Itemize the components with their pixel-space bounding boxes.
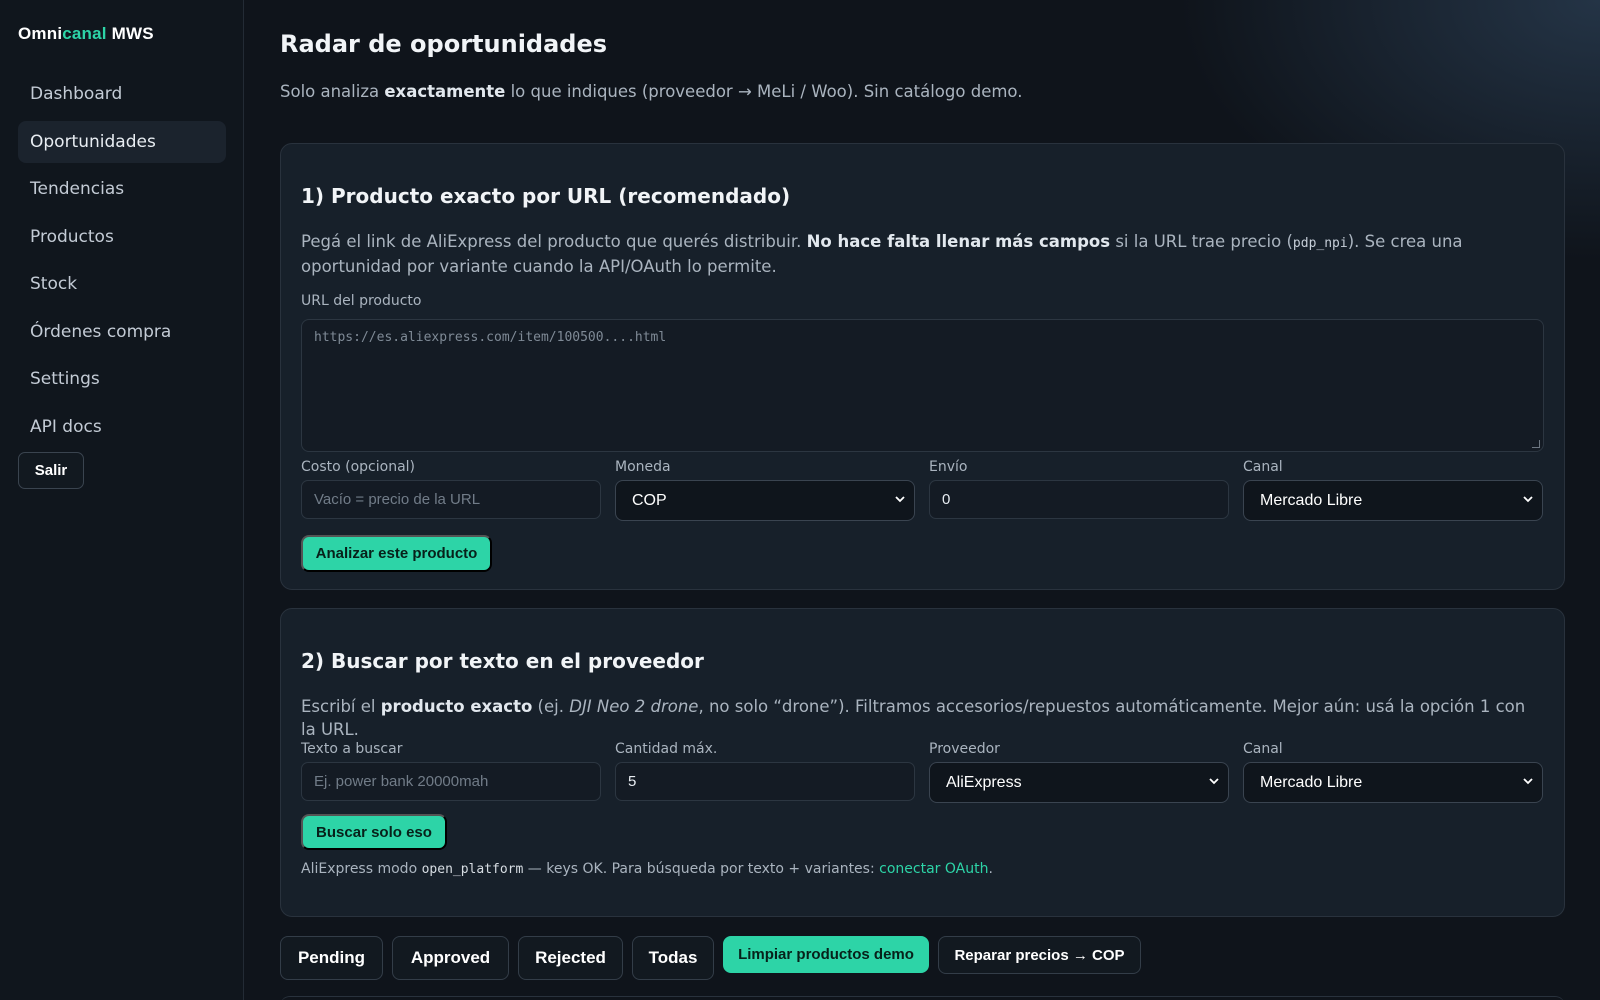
section-description: Escribí el producto exacto (ej. DJI Neo …: [301, 695, 1541, 741]
sidebar-item-dashboard[interactable]: Dashboard: [18, 73, 226, 115]
max-qty-input[interactable]: 5: [615, 762, 915, 801]
chevron-down-icon: [1209, 778, 1219, 785]
chevron-down-icon: [895, 496, 905, 503]
clear-demo-products-button[interactable]: Limpiar productos demo: [723, 936, 929, 973]
brand-logo[interactable]: Omnicanal MWS: [18, 24, 154, 44]
channel-value: Mercado Libre: [1260, 773, 1363, 791]
subtitle-text-rest: lo que indiques (proveedor → MeLi / Woo)…: [505, 82, 1023, 101]
sidebar-item-api-docs[interactable]: API docs: [18, 406, 226, 448]
subtitle-emphasis: exactamente: [384, 82, 506, 101]
provider-value: AliExpress: [946, 773, 1022, 791]
sidebar-item-tendencias[interactable]: Tendencias: [18, 168, 226, 210]
provider-label: Proveedor: [929, 741, 1000, 757]
fix-prices-button[interactable]: Reparar precios → COP: [938, 936, 1141, 974]
resize-handle-icon[interactable]: [1532, 440, 1540, 448]
search-button[interactable]: Buscar solo eso: [301, 814, 447, 850]
channel-value: Mercado Libre: [1260, 491, 1363, 509]
sidebar-item-label: Oportunidades: [30, 131, 156, 152]
brand-part-1: Omni: [18, 24, 63, 43]
desc-code: pdp_npi: [1292, 236, 1348, 251]
section-title: 2) Buscar por texto en el proveedor: [301, 649, 704, 673]
sidebar-item-label: Órdenes compra: [30, 321, 172, 342]
filter-all-button[interactable]: Todas: [632, 936, 714, 980]
channel-select[interactable]: Mercado Libre: [1243, 480, 1543, 521]
subtitle-text: Solo analiza: [280, 82, 385, 101]
chevron-down-icon: [1523, 778, 1533, 785]
brand-part-2: canal: [62, 24, 107, 43]
shipping-input[interactable]: 0: [929, 480, 1229, 519]
note-text-mid: — keys OK. Para búsqueda por texto + var…: [523, 861, 880, 877]
url-placeholder: https://es.aliexpress.com/item/100500...…: [314, 330, 667, 345]
desc-text-mid: si la URL trae precio (: [1110, 232, 1293, 251]
sidebar-item-productos[interactable]: Productos: [18, 216, 226, 258]
desc-emphasis: No hace falta llenar más campos: [806, 232, 1111, 251]
section-title: 1) Producto exacto por URL (recomendado): [301, 184, 791, 208]
sidebar-item-label: Stock: [30, 274, 78, 294]
sidebar-item-label: API docs: [30, 416, 102, 437]
brand-part-3: MWS: [106, 24, 154, 43]
shipping-label: Envío: [929, 459, 968, 475]
filter-rejected-button[interactable]: Rejected: [518, 936, 623, 980]
channel-label: Canal: [1243, 459, 1283, 475]
sidebar-item-label: Dashboard: [30, 84, 123, 104]
sidebar-item-settings[interactable]: Settings: [18, 358, 226, 400]
desc-text: Pegá el link de AliExpress del producto …: [301, 232, 807, 251]
search-placeholder: Ej. power bank 20000mah: [314, 773, 489, 790]
page-title: Radar de oportunidades: [280, 30, 608, 58]
search-input[interactable]: Ej. power bank 20000mah: [301, 762, 601, 801]
note-text: AliExpress modo: [301, 861, 422, 877]
logout-button[interactable]: Salir: [18, 452, 84, 489]
channel-label: Canal: [1243, 741, 1283, 757]
chevron-down-icon: [1523, 496, 1533, 503]
sidebar-item-label: Productos: [30, 226, 114, 247]
desc-text-mid: (ej.: [532, 697, 570, 716]
sidebar-item-label: Settings: [30, 369, 100, 389]
channel-select[interactable]: Mercado Libre: [1243, 762, 1543, 803]
section-description: Pegá el link de AliExpress del producto …: [301, 230, 1541, 278]
currency-value: COP: [632, 491, 667, 509]
max-qty-label: Cantidad máx.: [615, 741, 718, 757]
provider-select[interactable]: AliExpress: [929, 762, 1229, 803]
currency-select[interactable]: COP: [615, 480, 915, 521]
analyze-product-button[interactable]: Analizar este producto: [301, 535, 492, 572]
url-label: URL del producto: [301, 293, 422, 309]
desc-example: DJI Neo 2 drone: [569, 697, 699, 716]
query-label: Texto a buscar: [301, 741, 403, 757]
oauth-note: AliExpress modo open_platform — keys OK.…: [301, 861, 993, 877]
sidebar: Omnicanal MWS Dashboard Oportunidades Te…: [0, 0, 244, 1000]
sidebar-item-stock[interactable]: Stock: [18, 263, 226, 305]
results-card-edge: [280, 996, 1565, 1000]
sidebar-item-ordenes-compra[interactable]: Órdenes compra: [18, 311, 226, 353]
filter-approved-button[interactable]: Approved: [392, 936, 509, 980]
main-content: Radar de oportunidades Solo analiza exac…: [245, 0, 1600, 1000]
sidebar-item-oportunidades[interactable]: Oportunidades: [18, 120, 226, 163]
note-code: open_platform: [421, 862, 524, 877]
cost-placeholder: Vacío = precio de la URL: [314, 491, 481, 508]
currency-label: Moneda: [615, 459, 671, 475]
filter-pending-button[interactable]: Pending: [280, 936, 383, 980]
sidebar-nav: Dashboard Oportunidades Tendencias Produ…: [18, 73, 226, 453]
connect-oauth-link[interactable]: conectar OAuth: [879, 861, 988, 877]
cost-label: Costo (opcional): [301, 459, 416, 475]
max-qty-value: 5: [628, 773, 637, 790]
desc-emphasis: producto exacto: [380, 697, 533, 716]
note-text-end: .: [988, 861, 993, 877]
url-textarea[interactable]: https://es.aliexpress.com/item/100500...…: [301, 319, 1544, 452]
text-search-card: 2) Buscar por texto en el proveedor Escr…: [280, 608, 1565, 917]
desc-text: Escribí el: [301, 697, 381, 716]
cost-input[interactable]: Vacío = precio de la URL: [301, 480, 601, 519]
page-subtitle: Solo analiza exactamente lo que indiques…: [280, 82, 1022, 101]
shipping-value: 0: [942, 491, 951, 508]
url-analysis-card: 1) Producto exacto por URL (recomendado)…: [280, 143, 1565, 590]
sidebar-item-label: Tendencias: [30, 179, 125, 199]
